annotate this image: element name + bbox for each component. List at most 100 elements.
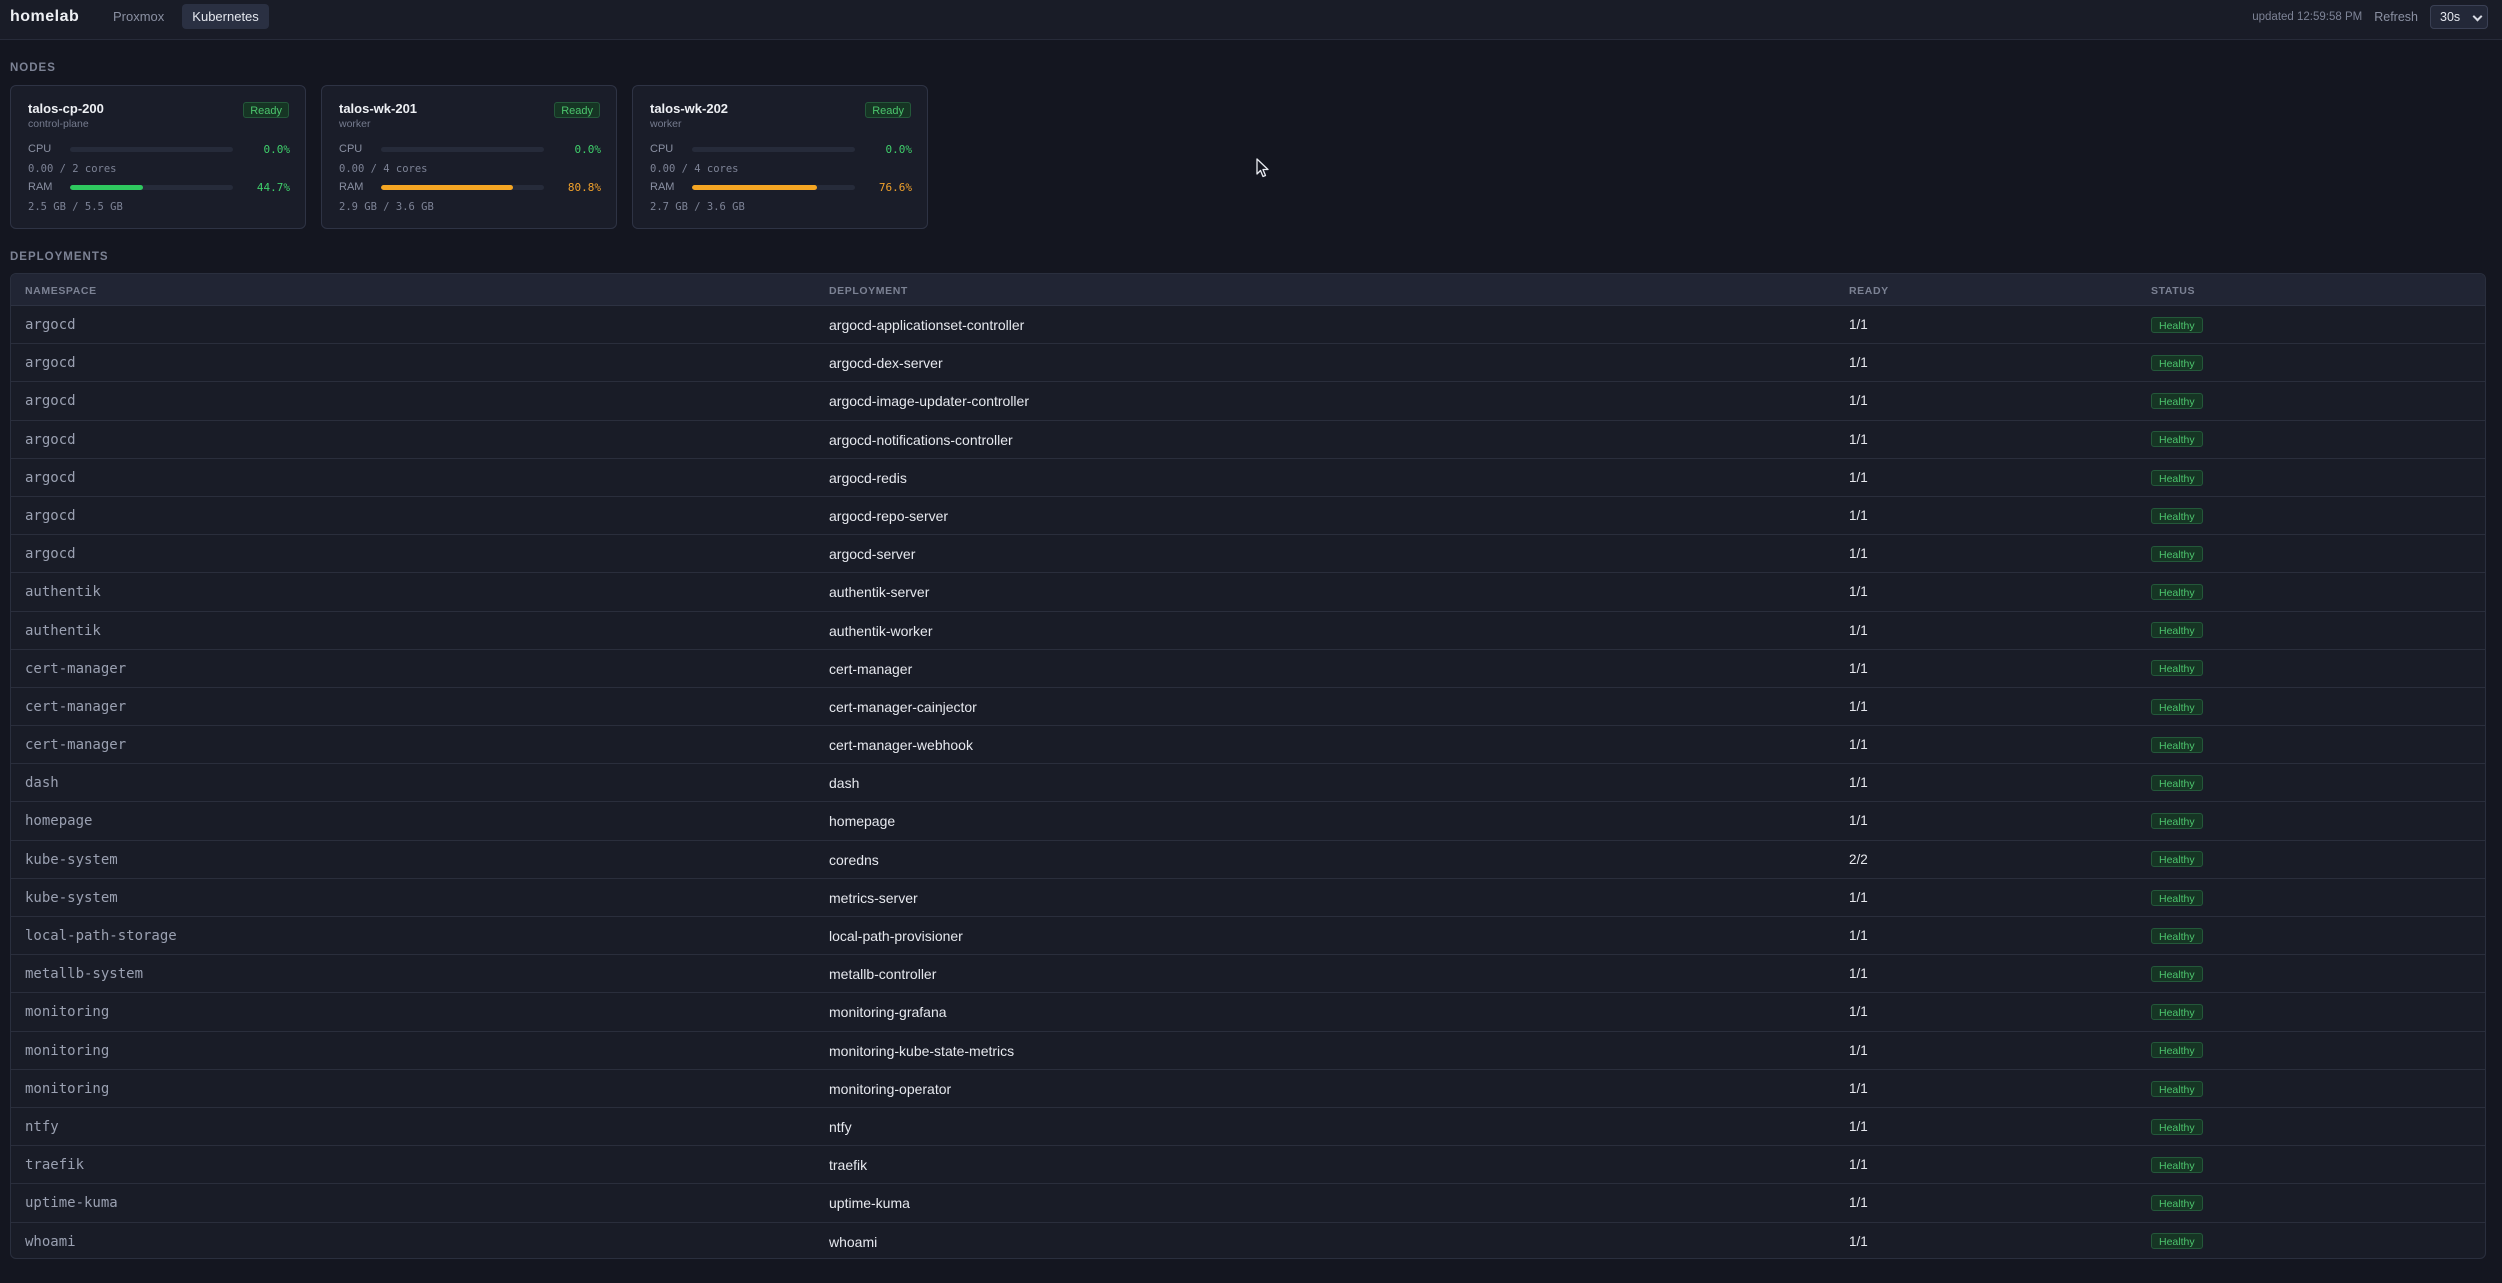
table-row[interactable]: homepage homepage 1/1 Healthy: [11, 802, 2485, 841]
status-cell: Healthy: [2151, 612, 2203, 650]
status-cell: Healthy: [2151, 306, 2203, 344]
refresh-label: Refresh: [2374, 9, 2418, 24]
deployment-name-cell: argocd-notifications-controller: [829, 431, 1013, 448]
status-cell: Healthy: [2151, 1184, 2203, 1222]
deployment-name-cell: traefik: [829, 1157, 868, 1174]
node-card: talos-wk-201 worker Ready CPU 0.0% 0.00 …: [321, 85, 617, 229]
column-header-status[interactable]: STATUS: [2151, 285, 2195, 297]
namespace-cell: cert-manager: [25, 660, 127, 677]
table-row[interactable]: cert-manager cert-manager-webhook 1/1 Healt…: [11, 726, 2485, 765]
table-row[interactable]: authentik authentik-worker 1/1 Healthy: [11, 612, 2485, 650]
namespace-cell: authentik: [25, 584, 101, 601]
status-badge: Healthy: [2151, 775, 2203, 792]
deployment-name-cell: local-path-provisioner: [829, 928, 963, 944]
ready-count-cell: 1/1: [1849, 355, 1868, 371]
deployment-name-cell: monitoring-operator: [829, 1080, 952, 1097]
table-row[interactable]: monitoring monitoring-operator 1/1 Healthy: [11, 1070, 2485, 1108]
namespace-cell: local-path-storage: [25, 928, 177, 944]
namespace-cell: ntfy: [25, 1118, 59, 1135]
table-row[interactable]: argocd argocd-server 1/1 Healthy: [11, 535, 2485, 574]
table-row[interactable]: argocd argocd-notifications-controller 1/1…: [11, 421, 2485, 459]
deployment-name-cell: argocd-server: [829, 546, 916, 563]
table-row[interactable]: dash dash 1/1 Healthy: [11, 764, 2485, 803]
table-row[interactable]: traefik traefik 1/1 Healthy: [11, 1146, 2485, 1185]
chevron-down-icon: [2472, 11, 2483, 21]
status-cell: Healthy: [2151, 382, 2203, 420]
status-badge: Healthy: [2151, 469, 2203, 486]
table-row[interactable]: whoami whoami 1/1 Healthy: [11, 1223, 2485, 1259]
column-header-ready[interactable]: READY: [1849, 285, 1889, 297]
status-cell: Healthy: [2151, 993, 2203, 1031]
ram-bar-fill: [70, 185, 143, 190]
table-row[interactable]: monitoring monitoring-grafana 1/1 Healthy: [11, 993, 2485, 1032]
node-role: control-plane: [28, 118, 89, 130]
ready-count-cell: 1/1: [1849, 889, 1868, 905]
table-row[interactable]: kube-system coredns 2/2 Healthy: [11, 841, 2485, 879]
deployment-name-cell: argocd-dex-server: [829, 355, 943, 372]
cpu-cores: 0.00 / 4 cores: [650, 163, 739, 175]
table-row[interactable]: kube-system metrics-server 1/1 Healthy: [11, 879, 2485, 917]
node-card: talos-wk-202 worker Ready CPU 0.0% 0.00 …: [632, 85, 928, 229]
namespace-cell: monitoring: [25, 1004, 110, 1021]
deployment-name-cell: ntfy: [829, 1118, 852, 1135]
status-cell: Healthy: [2151, 688, 2203, 726]
table-row[interactable]: argocd argocd-applicationset-controller 1/…: [11, 306, 2485, 345]
cpu-cores: 0.00 / 4 cores: [339, 163, 428, 175]
status-badge: Healthy: [2151, 698, 2203, 715]
cpu-bar: [70, 147, 233, 152]
ram-bar: [381, 185, 544, 190]
cpu-metric: CPU 0.0%: [650, 143, 912, 157]
node-role: worker: [650, 118, 682, 130]
deployment-name-cell: metallb-controller: [829, 966, 937, 983]
table-row[interactable]: metallb-system metallb-controller 1/1 Healt…: [11, 955, 2485, 994]
table-row[interactable]: authentik authentik-server 1/1 Healthy: [11, 573, 2485, 612]
status-badge: Healthy: [2151, 622, 2203, 639]
ready-count-cell: 1/1: [1849, 546, 1868, 562]
ready-count-cell: 1/1: [1849, 737, 1868, 753]
namespace-cell: argocd: [25, 393, 76, 410]
namespace-cell: monitoring: [25, 1042, 110, 1059]
table-row[interactable]: argocd argocd-image-updater-controller 1/1…: [11, 382, 2485, 421]
table-row[interactable]: monitoring monitoring-kube-state-metrics 1…: [11, 1032, 2485, 1070]
mouse-cursor-icon: [1256, 158, 1269, 178]
table-row[interactable]: argocd argocd-repo-server 1/1 Healthy: [11, 497, 2485, 536]
column-header-namespace[interactable]: NAMESPACE: [25, 285, 97, 297]
table-row[interactable]: argocd argocd-redis 1/1 Healthy: [11, 459, 2485, 497]
status-cell: Healthy: [2151, 955, 2203, 993]
status-cell: Healthy: [2151, 726, 2203, 764]
table-row[interactable]: argocd argocd-dex-server 1/1 Healthy: [11, 344, 2485, 383]
table-row[interactable]: cert-manager cert-manager-cainjector 1/1 He…: [11, 688, 2485, 727]
ram-percent: 76.6%: [878, 181, 912, 194]
deployment-name-cell: cert-manager: [829, 660, 913, 677]
column-header-deployment[interactable]: DEPLOYMENT: [829, 285, 908, 297]
tab-kubernetes[interactable]: Kubernetes: [182, 4, 269, 29]
status-cell: Healthy: [2151, 879, 2203, 917]
ready-count-cell: 1/1: [1849, 584, 1868, 600]
deployment-name-cell: monitoring-grafana: [829, 1004, 947, 1021]
deployment-name-cell: argocd-repo-server: [829, 507, 949, 524]
ready-count-cell: 1/1: [1849, 966, 1868, 982]
namespace-cell: uptime-kuma: [25, 1195, 118, 1212]
table-row[interactable]: ntfy ntfy 1/1 Healthy: [11, 1108, 2485, 1147]
deployments-section-title: DEPLOYMENTS: [10, 251, 109, 263]
nodes-section-title: NODES: [10, 62, 56, 74]
deployment-name-cell: uptime-kuma: [829, 1195, 910, 1212]
table-row[interactable]: uptime-kuma uptime-kuma 1/1 Healthy: [11, 1184, 2485, 1223]
refresh-interval-select[interactable]: 30s: [2430, 4, 2488, 29]
cpu-percent: 0.0%: [574, 143, 602, 156]
table-row[interactable]: local-path-storage local-path-provisioner…: [11, 917, 2485, 956]
status-badge: Healthy: [2151, 965, 2203, 982]
node-cards: talos-cp-200 control-plane Ready CPU 0.0…: [10, 85, 928, 229]
ready-count-cell: 1/1: [1849, 1195, 1868, 1211]
tab-proxmox[interactable]: Proxmox: [103, 4, 174, 29]
node-name: talos-cp-200: [28, 101, 104, 116]
status-cell: Healthy: [2151, 535, 2203, 573]
table-row[interactable]: cert-manager cert-manager 1/1 Healthy: [11, 650, 2485, 688]
ready-count-cell: 1/1: [1849, 622, 1868, 638]
updated-timestamp: updated 12:59:58 PM: [2252, 10, 2363, 23]
status-cell: Healthy: [2151, 1070, 2203, 1108]
ram-metric: RAM 44.7%: [28, 181, 290, 195]
ready-count-cell: 1/1: [1849, 928, 1868, 943]
ready-count-cell: 1/1: [1849, 1118, 1868, 1134]
top-bar: homelab Proxmox Kubernetes updated 12:59…: [0, 0, 2502, 40]
